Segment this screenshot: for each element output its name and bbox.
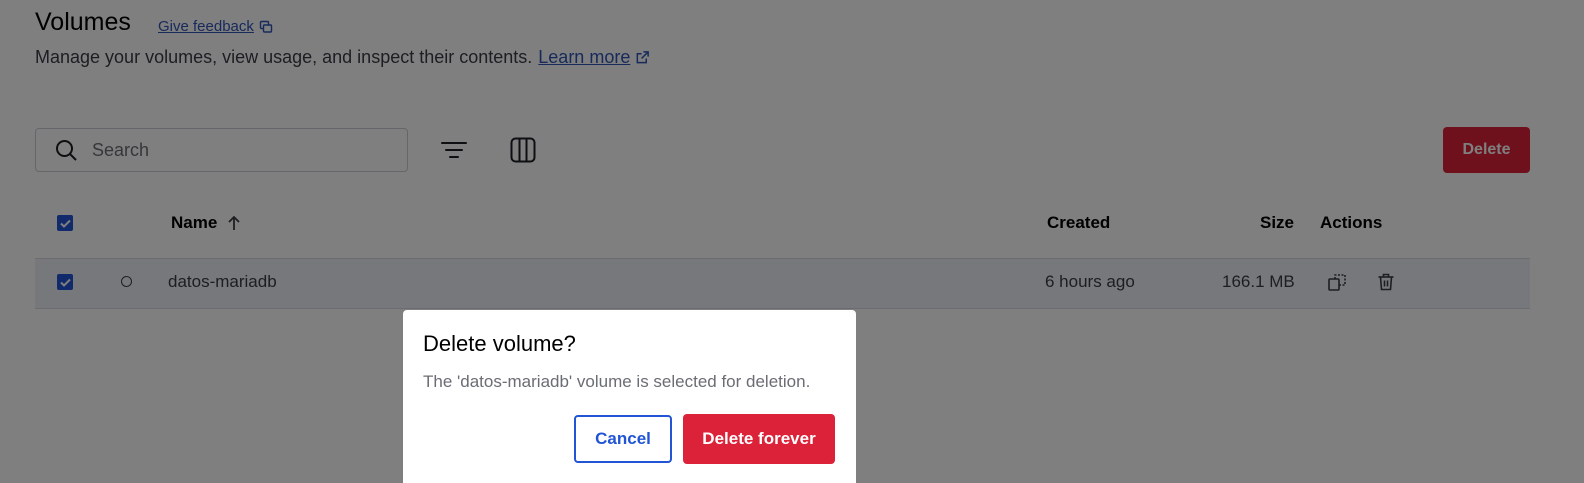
delete-volume-dialog: Delete volume? The 'datos-mariadb' volum…	[403, 310, 856, 483]
dialog-title: Delete volume?	[423, 331, 576, 356]
dialog-message: The 'datos-mariadb' volume is selected f…	[423, 372, 811, 391]
cancel-button[interactable]: Cancel	[574, 415, 672, 463]
delete-forever-button[interactable]: Delete forever	[683, 414, 835, 464]
